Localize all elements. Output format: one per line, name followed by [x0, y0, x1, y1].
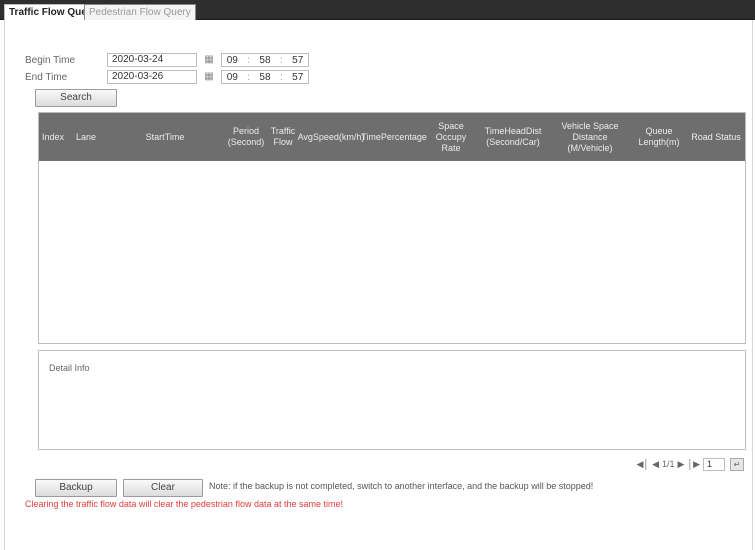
results-table: Index Lane StartTime Period (Second) Tra…	[38, 112, 746, 344]
backup-button[interactable]: Backup	[35, 479, 117, 497]
calendar-icon[interactable]: ▦	[202, 71, 216, 83]
prev-page-icon[interactable]: ◀	[652, 459, 659, 470]
search-button[interactable]: Search	[35, 89, 117, 107]
column-header: Space Occupy Rate	[435, 120, 467, 153]
clear-button[interactable]: Clear	[123, 479, 203, 497]
column-header: Road Status	[691, 131, 741, 142]
clear-warning: Clearing the traffic flow data will clea…	[25, 499, 343, 509]
last-page-icon[interactable]: │▶	[687, 459, 700, 470]
begin-time-row: Begin Time 2020-03-24 ▦ 09 : 58 : 57	[25, 53, 309, 67]
tab-pedestrian-flow-query[interactable]: Pedestrian Flow Query	[84, 4, 196, 20]
end-time-label: End Time	[25, 71, 68, 83]
go-icon[interactable]: ↵	[730, 457, 744, 471]
end-time-row: End Time 2020-03-26 ▦ 09 : 58 : 57	[25, 70, 309, 84]
begin-date-input[interactable]: 2020-03-24	[107, 53, 197, 67]
column-header: Queue Length(m)	[638, 126, 680, 147]
column-header: Lane	[75, 131, 97, 142]
first-page-icon[interactable]: ◀│	[637, 459, 650, 470]
begin-time-label: Begin Time	[25, 54, 76, 66]
detail-info-title: Detail Info	[49, 363, 90, 373]
begin-second[interactable]: 57	[292, 55, 303, 66]
time-separator: :	[247, 54, 251, 66]
column-header: AvgSpeed(km/h)	[297, 131, 365, 142]
backup-note: Note: if the backup is not completed, sw…	[209, 481, 594, 491]
time-separator: :	[279, 54, 283, 66]
end-minute[interactable]: 58	[259, 72, 270, 83]
column-header: Index	[41, 131, 65, 142]
column-header: StartTime	[145, 131, 185, 142]
tab-bar: Traffic Flow Query Pedestrian Flow Query	[0, 0, 755, 20]
page-indicator: 1/1	[662, 459, 675, 469]
begin-hour[interactable]: 09	[227, 55, 238, 66]
column-header: TimeHeadDist (Second/Car)	[484, 126, 542, 147]
pagination: ◀│ ◀ 1/1 ▶ │▶ 1 ↵	[634, 457, 744, 471]
detail-info-panel: Detail Info	[38, 350, 746, 450]
end-time-input[interactable]: 09 : 58 : 57	[221, 70, 309, 84]
column-header: Traffic Flow	[270, 126, 296, 147]
begin-minute[interactable]: 58	[259, 55, 270, 66]
content-panel: Begin Time 2020-03-24 ▦ 09 : 58 : 57 End…	[4, 20, 753, 550]
time-separator: :	[279, 71, 283, 83]
end-hour[interactable]: 09	[227, 72, 238, 83]
column-header: Vehicle Space Distance (M/Vehicle)	[561, 120, 619, 153]
table-header: Index Lane StartTime Period (Second) Tra…	[39, 113, 745, 161]
column-header: TimePercentage	[361, 131, 427, 142]
column-header: Period (Second)	[227, 126, 265, 147]
begin-time-input[interactable]: 09 : 58 : 57	[221, 53, 309, 67]
time-separator: :	[247, 71, 251, 83]
end-second[interactable]: 57	[292, 72, 303, 83]
page-number-input[interactable]: 1	[703, 457, 725, 471]
calendar-icon[interactable]: ▦	[202, 54, 216, 66]
next-page-icon[interactable]: ▶	[678, 459, 685, 470]
end-date-input[interactable]: 2020-03-26	[107, 70, 197, 84]
